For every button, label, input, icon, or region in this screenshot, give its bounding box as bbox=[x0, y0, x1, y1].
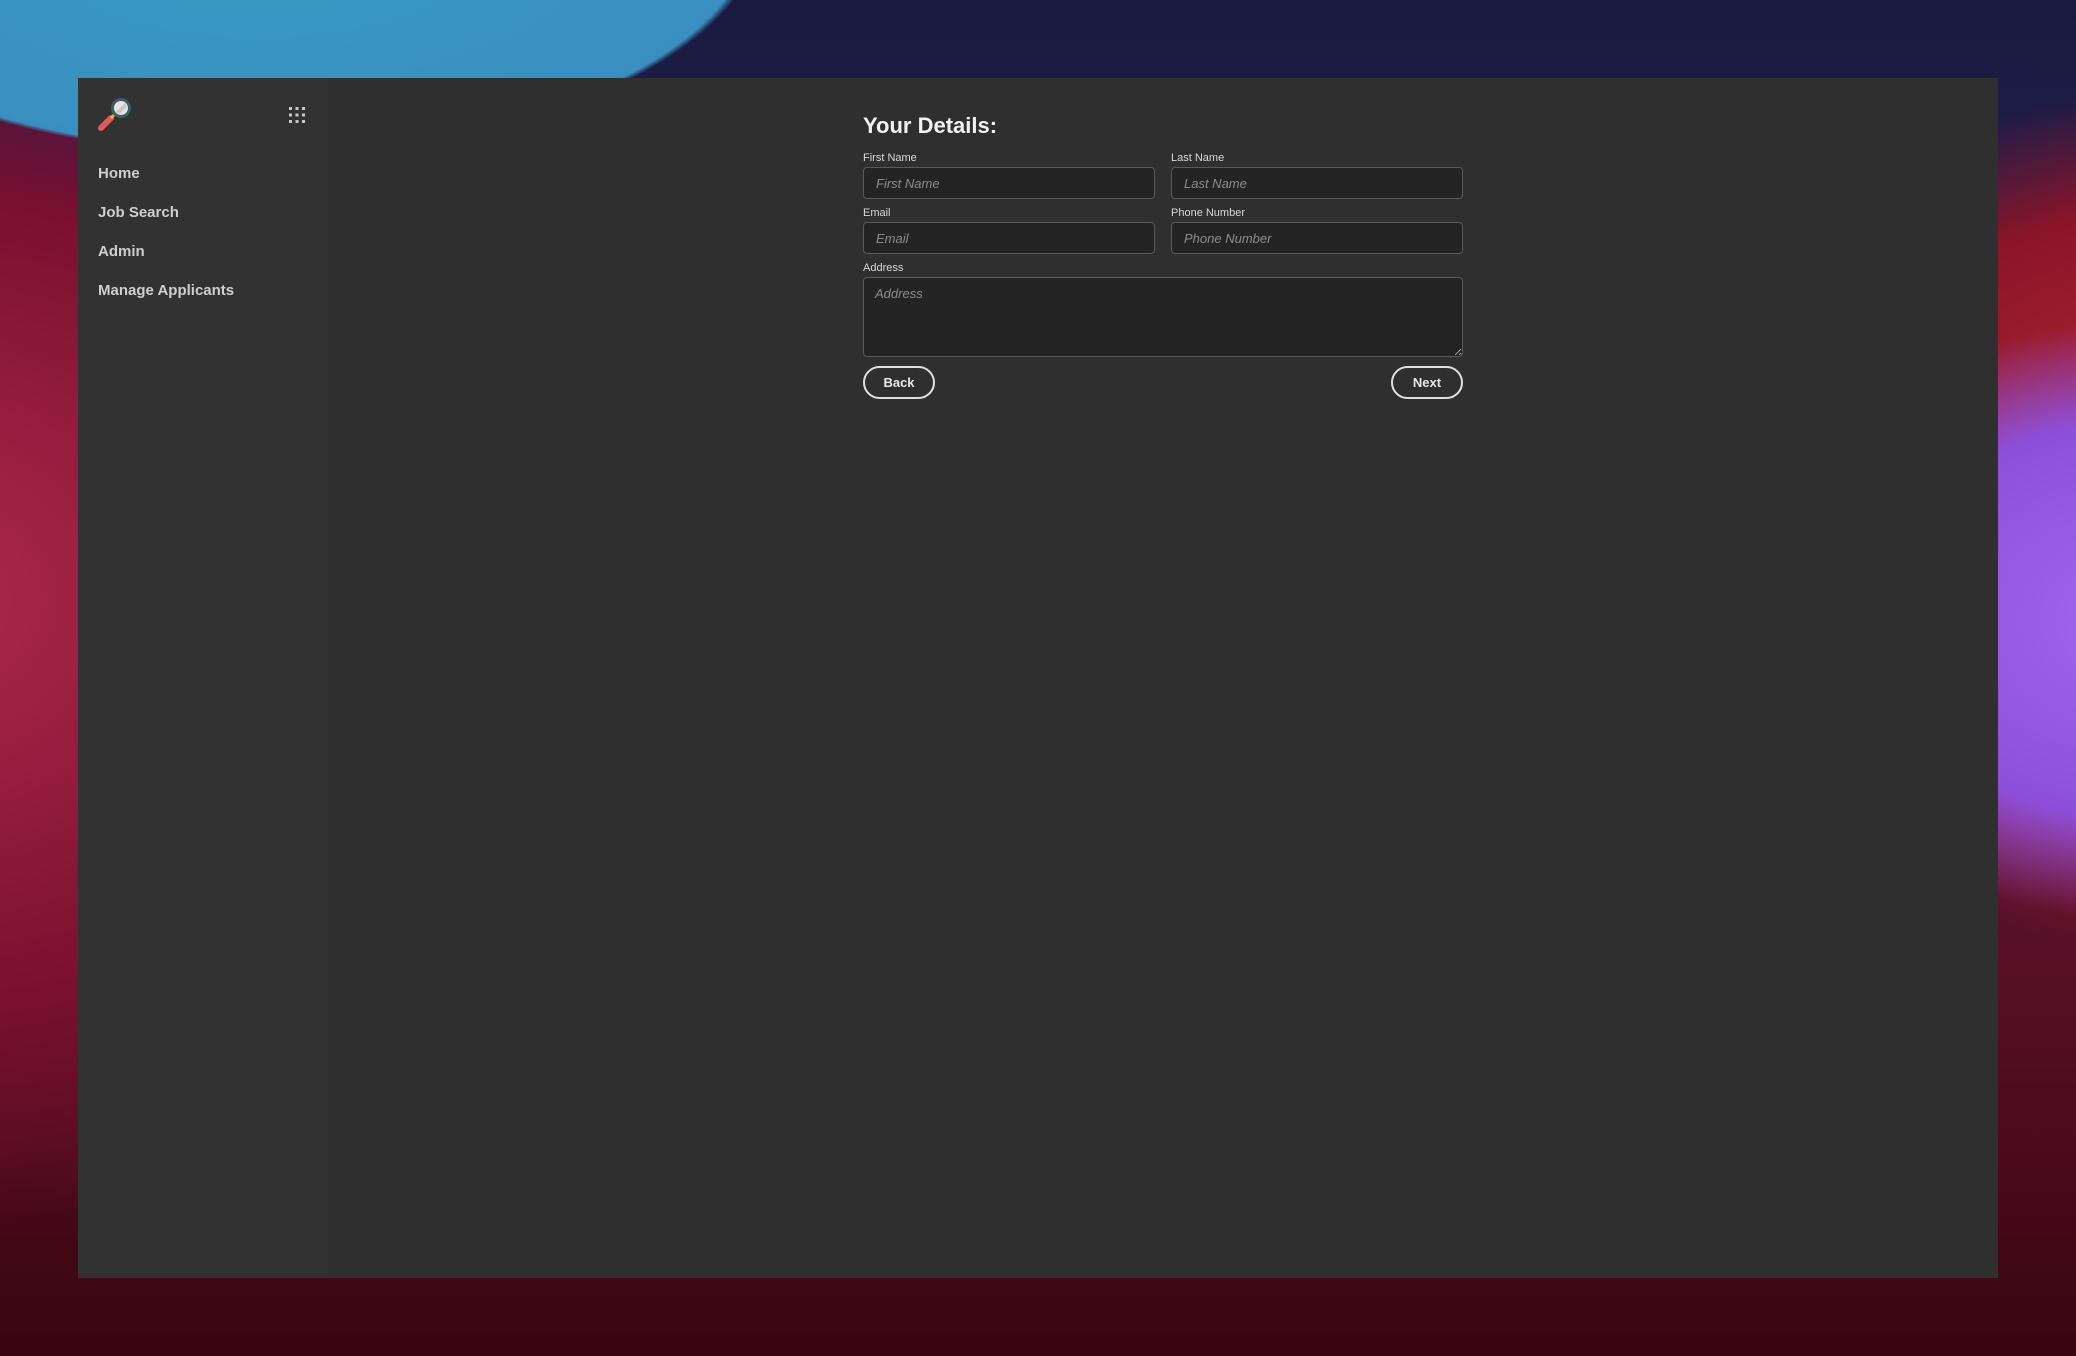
magnifying-glass-icon[interactable] bbox=[96, 95, 134, 133]
sidebar-nav: Home Job Search Admin Manage Applicants bbox=[98, 163, 234, 319]
phone-input[interactable] bbox=[1171, 222, 1463, 254]
grid-icon[interactable] bbox=[286, 104, 308, 126]
email-input[interactable] bbox=[863, 222, 1155, 254]
sidebar-item-manage-applicants[interactable]: Manage Applicants bbox=[98, 280, 234, 319]
address-field: Address bbox=[863, 259, 1463, 357]
last-name-input[interactable] bbox=[1171, 167, 1463, 199]
sidebar-item-admin[interactable]: Admin bbox=[98, 241, 234, 280]
last-name-label: Last Name bbox=[1171, 152, 1225, 164]
first-name-field: First Name bbox=[863, 144, 1155, 199]
main-content: Your Details: First Name Last Name Email bbox=[328, 78, 1998, 1278]
name-row: First Name Last Name bbox=[863, 144, 1463, 199]
page-title: Your Details: bbox=[863, 113, 998, 138]
contact-row: Email Phone Number bbox=[863, 199, 1463, 254]
sidebar-item-job-search[interactable]: Job Search bbox=[98, 202, 234, 241]
first-name-input[interactable] bbox=[863, 167, 1155, 199]
sidebar-item-home[interactable]: Home bbox=[98, 163, 234, 202]
back-button[interactable]: Back bbox=[863, 366, 935, 399]
details-form: Your Details: First Name Last Name Email bbox=[863, 108, 1463, 399]
sidebar: Home Job Search Admin Manage Applicants bbox=[78, 78, 328, 1278]
email-label: Email bbox=[863, 207, 891, 219]
address-textarea[interactable] bbox=[863, 277, 1463, 357]
next-button[interactable]: Next bbox=[1391, 366, 1463, 399]
app-window: Home Job Search Admin Manage Applicants … bbox=[78, 78, 1998, 1278]
phone-field: Phone Number bbox=[1171, 199, 1463, 254]
last-name-field: Last Name bbox=[1171, 144, 1463, 199]
first-name-label: First Name bbox=[863, 152, 917, 164]
address-label: Address bbox=[863, 262, 904, 274]
phone-label: Phone Number bbox=[1171, 207, 1245, 219]
email-field: Email bbox=[863, 199, 1155, 254]
form-actions: Back Next bbox=[863, 366, 1463, 399]
